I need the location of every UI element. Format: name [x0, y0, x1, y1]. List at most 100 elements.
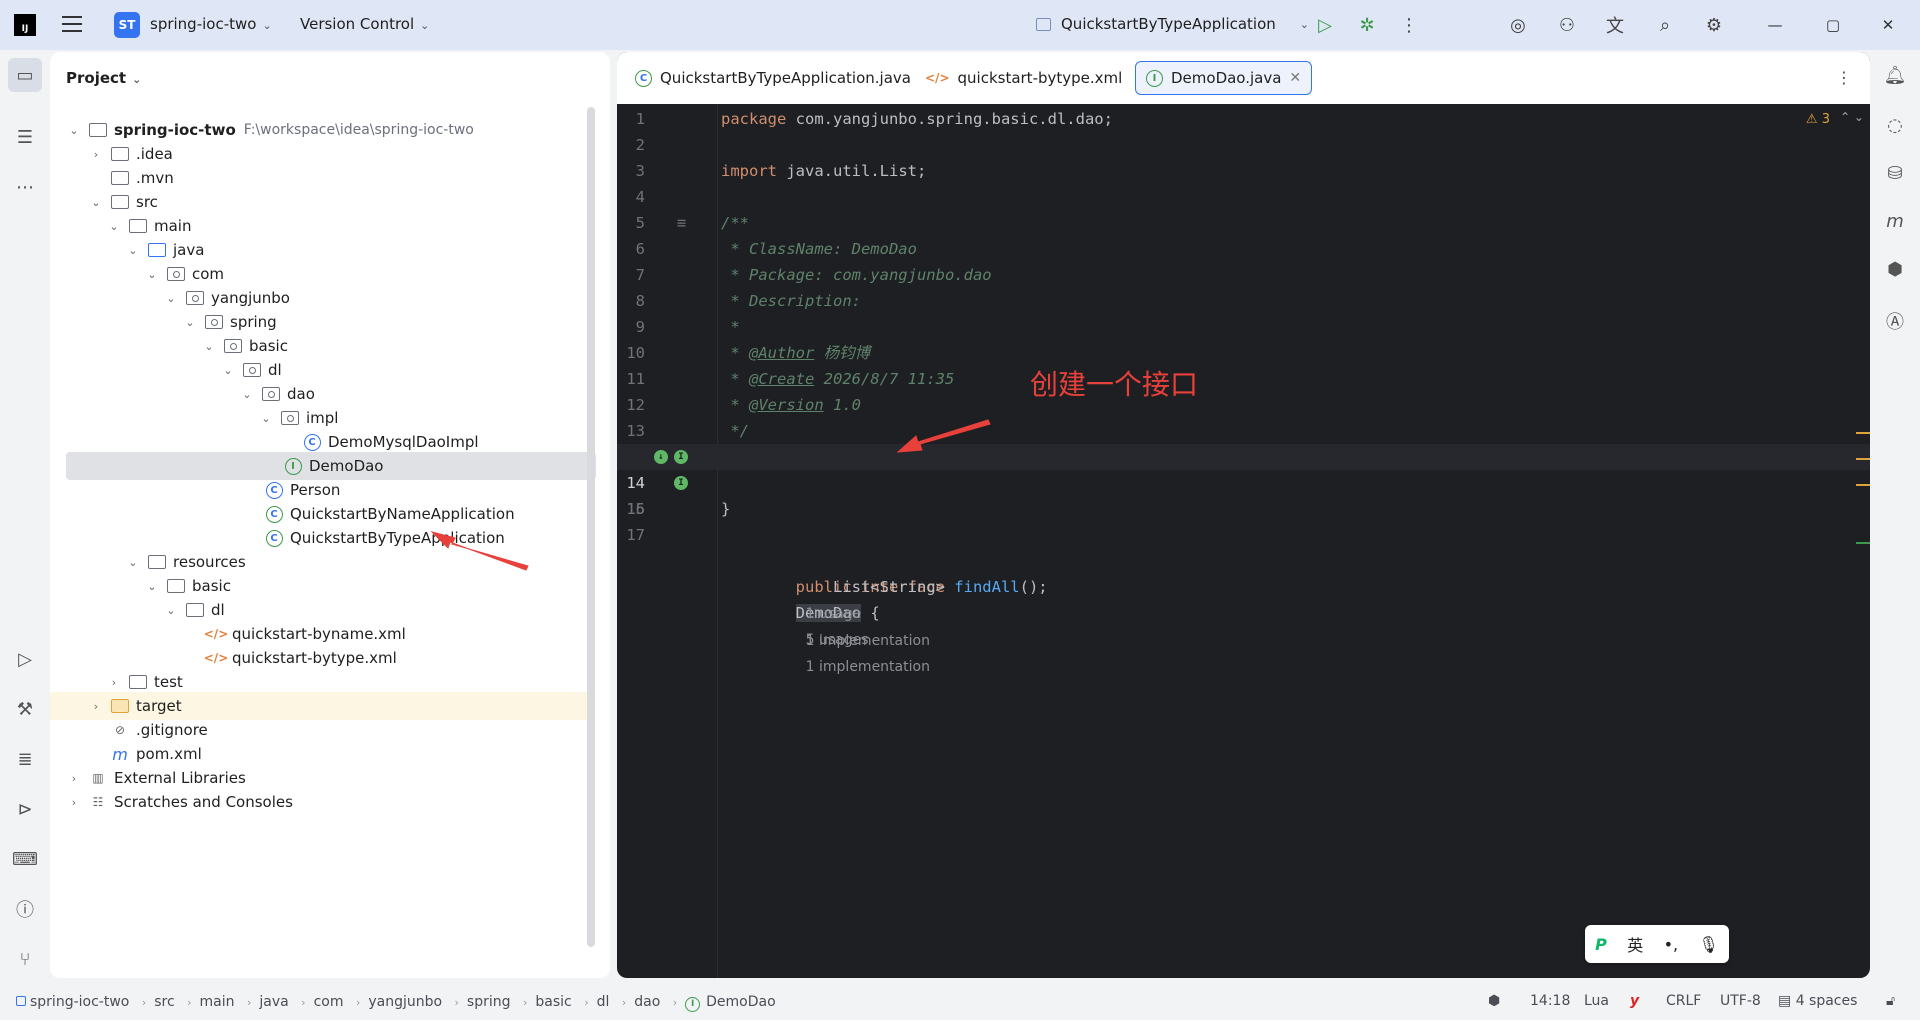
expand-arrow-icon[interactable]: ⌄ [125, 244, 141, 257]
collapse-arrow-icon[interactable]: › [88, 148, 104, 161]
breadcrumb-item[interactable]: dl [597, 994, 610, 1010]
tabs-more-icon[interactable]: ⋮ [1836, 68, 1852, 87]
reader-mode-icon[interactable]: Ⓐ [1878, 304, 1912, 338]
tab-demodao-java[interactable]: I DemoDao.java ✕ [1135, 61, 1313, 95]
ime-punctuation[interactable]: •, [1664, 935, 1679, 954]
ime-toolbar[interactable]: P 英 •, 🎙︎ [1585, 925, 1729, 963]
expand-arrow-icon[interactable]: ⌄ [144, 268, 160, 281]
caret-position[interactable]: 14:18 [1530, 993, 1570, 1009]
info-stripe-marker[interactable] [1856, 542, 1870, 544]
collapse-arrow-icon[interactable]: › [106, 676, 122, 689]
expand-arrow-icon[interactable]: ⌄ [144, 580, 160, 593]
collapse-arrow-icon[interactable]: › [88, 700, 104, 713]
collapse-arrow-icon[interactable]: › [66, 772, 82, 785]
line-separator[interactable]: CRLF [1666, 993, 1701, 1009]
translate-icon[interactable]: 文 [1602, 12, 1628, 38]
build-tool-icon[interactable]: ⚒ [8, 692, 42, 726]
line-number: 16 [626, 500, 645, 518]
expand-arrow-icon[interactable]: ⌄ [220, 364, 236, 377]
intellij-logo-icon[interactable]: IJ [14, 14, 36, 36]
run-icon[interactable]: ▷ [1312, 12, 1338, 38]
shield-icon[interactable]: ⬢ [1488, 993, 1500, 1009]
code-area[interactable]: ⚠ 3 ⌃ ⌄ 1 package com.yangjunbo.spring.ba… [617, 104, 1870, 978]
package-icon [242, 362, 262, 378]
main-menu-icon[interactable] [62, 16, 82, 32]
maximize-icon[interactable]: ▢ [1818, 12, 1848, 38]
spring-class-icon: C [264, 529, 284, 547]
project-scrollbar[interactable] [587, 107, 595, 947]
expand-arrow-icon[interactable]: ⌄ [125, 556, 141, 569]
tab-quickstart-bytype-xml[interactable]: </> quickstart-bytype.xml [915, 61, 1132, 95]
breadcrumb-item[interactable]: main [200, 994, 235, 1010]
ai-assistant-icon[interactable]: ◎ [1505, 12, 1531, 38]
breadcrumb-item[interactable]: basic [535, 994, 571, 1010]
debug-icon[interactable]: ✲ [1354, 12, 1380, 38]
breadcrumb-item[interactable]: spring-ioc-two [30, 994, 129, 1010]
expand-arrow-icon[interactable]: ⌄ [163, 292, 179, 305]
tab-label: QuickstartByTypeApplication.java [660, 69, 911, 87]
expand-arrow-icon[interactable]: ⌄ [258, 412, 274, 425]
more-actions-icon[interactable]: ⋮ [1396, 12, 1422, 38]
doc-render-icon[interactable]: ≡ [677, 210, 686, 236]
collapse-arrow-icon[interactable]: › [66, 796, 82, 809]
tab-quickstart-bytype-application[interactable]: C QuickstartByTypeApplication.java [625, 61, 921, 95]
breadcrumb-item[interactable]: java [259, 994, 288, 1010]
more-tools-icon[interactable]: ⋯ [8, 170, 42, 204]
lock-icon[interactable]: 🔓︎ [1886, 993, 1895, 1009]
microphone-icon[interactable]: 🎙︎ [1698, 935, 1718, 954]
breadcrumb-item[interactable]: yangjunbo [368, 994, 442, 1010]
run-config-selector[interactable]: QuickstartByTypeApplication ⌄ [1036, 15, 1309, 33]
services-tool-icon[interactable]: ≣ [8, 742, 42, 776]
maven-icon[interactable]: m [1878, 204, 1912, 238]
add-user-icon[interactable]: ⚇ [1554, 12, 1580, 38]
tab-label: DemoDao.java [1171, 69, 1282, 87]
expand-arrow-icon[interactable]: ⌄ [106, 220, 122, 233]
run-dashboard-icon[interactable]: ⊳ [8, 792, 42, 826]
git-icon[interactable]: ⑂ [8, 942, 42, 976]
ai-chat-icon[interactable]: ◌ [1878, 108, 1912, 142]
file-encoding[interactable]: UTF-8 [1720, 993, 1761, 1009]
method-gutter-icon[interactable]: I [674, 476, 688, 490]
expand-arrow-icon[interactable]: ⌄ [182, 316, 198, 329]
problems-icon[interactable]: ⓘ [8, 892, 42, 926]
expand-arrow-icon[interactable]: ⌄ [66, 124, 82, 137]
structure-tool-icon[interactable]: ☰ [8, 120, 42, 154]
tree-item-scratches[interactable]: › ☷ Scratches and Consoles [66, 788, 596, 816]
vcs-menu[interactable]: Version Control ⌄ [300, 15, 429, 33]
ime-language[interactable]: 英 [1627, 932, 1643, 956]
close-tab-icon[interactable]: ✕ [1289, 70, 1301, 86]
implementation-hint[interactable]: 1 implementation [806, 633, 930, 649]
implemented-by-icon[interactable]: ↓ [654, 450, 668, 464]
chevron-down-icon: ⌄ [420, 19, 430, 32]
breadcrumb-item[interactable]: src [154, 994, 174, 1010]
warning-stripe-marker[interactable] [1856, 458, 1870, 460]
project-tool-icon[interactable]: ▭ [8, 58, 42, 92]
project-switcher[interactable]: spring-ioc-two ⌄ [150, 15, 272, 33]
breadcrumb-item[interactable]: spring [467, 994, 511, 1010]
expand-arrow-icon[interactable]: ⌄ [239, 388, 255, 401]
run-tool-icon[interactable]: ▷ [8, 642, 42, 676]
minimize-icon[interactable]: — [1760, 12, 1790, 38]
warning-stripe-marker[interactable] [1856, 432, 1870, 434]
breadcrumb-item[interactable]: com [314, 994, 344, 1010]
interface-gutter-icon[interactable]: I [674, 450, 688, 464]
breadcrumb-item[interactable]: dao [634, 994, 660, 1010]
close-window-icon[interactable]: ✕ [1873, 12, 1903, 38]
warning-stripe-marker[interactable] [1856, 484, 1870, 486]
breadcrumb-item[interactable]: DemoDao [706, 994, 776, 1010]
search-icon[interactable]: ⌕ [1652, 12, 1678, 38]
usages-hint[interactable]: 1 usage [806, 606, 862, 622]
expand-arrow-icon[interactable]: ⌄ [88, 196, 104, 209]
project-badge[interactable]: ST [114, 12, 140, 38]
notifications-icon[interactable]: 🔔︎ [1878, 58, 1912, 92]
file-language[interactable]: Lua [1584, 993, 1609, 1009]
expand-arrow-icon[interactable]: ⌄ [163, 604, 179, 617]
settings-gear-icon[interactable]: ⚙ [1701, 12, 1727, 38]
plugin-y-icon[interactable]: y [1630, 993, 1639, 1009]
project-panel-title[interactable]: Project ⌄ [66, 69, 141, 87]
terminal-icon[interactable]: ⌨ [8, 842, 42, 876]
plugin-icon[interactable]: ⬢ [1878, 252, 1912, 286]
expand-arrow-icon[interactable]: ⌄ [201, 340, 217, 353]
indent-setting[interactable]: ▤ 4 spaces [1778, 993, 1857, 1009]
database-icon[interactable]: ⛁ [1878, 156, 1912, 190]
